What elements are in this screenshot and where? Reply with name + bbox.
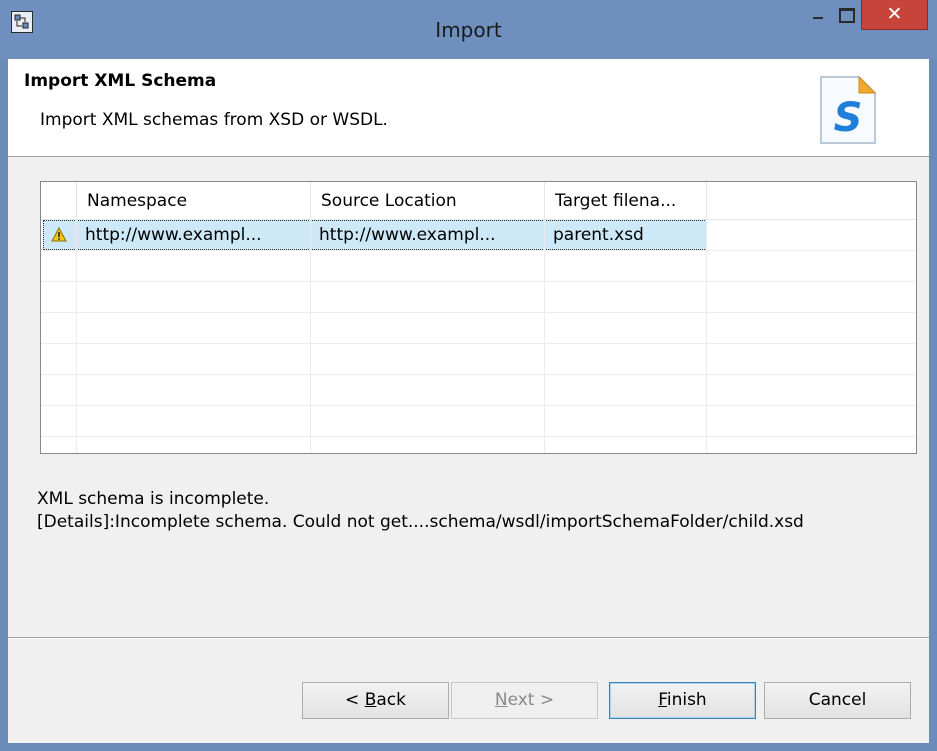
table-row bbox=[41, 251, 916, 282]
target-filename-cell: parent.xsd bbox=[545, 220, 707, 250]
wizard-header: Import XML Schema Import XML schemas fro… bbox=[8, 59, 929, 157]
page-title: Import XML Schema bbox=[24, 71, 217, 91]
status-message: XML schema is incomplete. [Details]:Inco… bbox=[37, 488, 804, 534]
button-bar-separator bbox=[8, 637, 929, 639]
source-location-cell: http://www.exampl... bbox=[311, 220, 545, 250]
table-row bbox=[41, 437, 916, 453]
maximize-button[interactable] bbox=[833, 0, 861, 30]
minimize-button[interactable] bbox=[806, 0, 833, 30]
cancel-button[interactable]: Cancel bbox=[764, 682, 911, 719]
next-button[interactable]: Next > bbox=[451, 682, 598, 719]
column-header-namespace[interactable]: Namespace bbox=[77, 182, 311, 220]
close-icon: ✕ bbox=[886, 3, 903, 25]
finish-button[interactable]: Finish bbox=[609, 682, 756, 719]
table-row bbox=[41, 282, 916, 313]
column-header-source-location[interactable]: Source Location bbox=[311, 182, 545, 220]
table-row[interactable]: http://www.exampl... http://www.exampl..… bbox=[41, 220, 916, 251]
message-summary: XML schema is incomplete. bbox=[37, 489, 270, 509]
banner-letter: S bbox=[834, 95, 863, 141]
row-status-cell bbox=[41, 220, 77, 250]
table-header: Namespace Source Location Target filena.… bbox=[41, 182, 916, 220]
table-row bbox=[41, 375, 916, 406]
message-details: [Details]:Incomplete schema. Could not g… bbox=[37, 512, 804, 532]
schema-table[interactable]: Namespace Source Location Target filena.… bbox=[40, 181, 917, 454]
column-header-status[interactable] bbox=[41, 182, 77, 220]
back-button[interactable]: < Back bbox=[302, 682, 449, 719]
window-title: Import bbox=[435, 18, 502, 42]
namespace-cell: http://www.exampl... bbox=[77, 220, 311, 250]
schema-banner-icon: S bbox=[811, 69, 891, 149]
page-description: Import XML schemas from XSD or WSDL. bbox=[40, 110, 388, 130]
import-dialog: Import ✕ Import XML Schema Import XML sc… bbox=[0, 0, 937, 751]
table-row bbox=[41, 313, 916, 344]
close-button[interactable]: ✕ bbox=[861, 0, 928, 30]
table-row bbox=[41, 406, 916, 437]
title-bar[interactable]: Import ✕ bbox=[0, 0, 937, 59]
column-header-target-filename[interactable]: Target filena... bbox=[545, 182, 707, 220]
warning-icon bbox=[51, 227, 67, 242]
table-row bbox=[41, 344, 916, 375]
dialog-body: Import XML Schema Import XML schemas fro… bbox=[8, 59, 929, 743]
